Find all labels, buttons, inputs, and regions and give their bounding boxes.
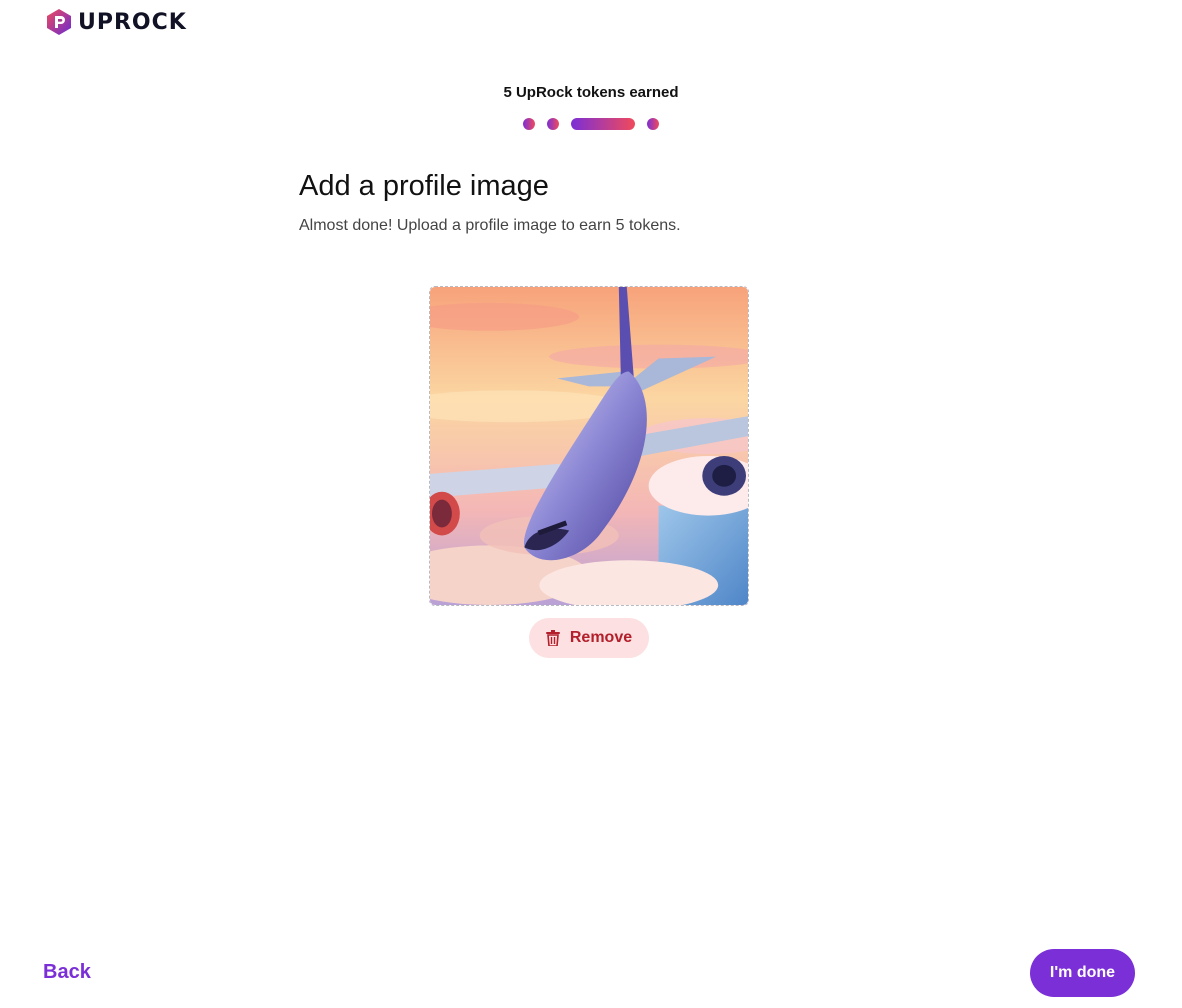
progress-label: 5 UpRock tokens earned — [503, 84, 679, 101]
done-button[interactable]: I'm done — [1030, 949, 1135, 997]
remove-image-button[interactable]: Remove — [529, 618, 649, 658]
trash-icon — [545, 630, 560, 646]
step-indicator — [0, 118, 1182, 130]
remove-label: Remove — [569, 629, 633, 646]
step-dot-1 — [523, 118, 535, 130]
logo-text: UPROCK — [78, 9, 187, 35]
back-button[interactable]: Back — [43, 961, 91, 984]
page-title: Add a profile image — [299, 170, 549, 202]
step-dot-3-active — [571, 118, 635, 130]
logo[interactable]: UPROCK — [46, 8, 187, 36]
page-subtitle: Almost done! Upload a profile image to e… — [299, 217, 681, 234]
onboarding-page: UPROCK 5 UpRock tokens earned Add a prof… — [0, 0, 1182, 1008]
airplane-illustration — [430, 287, 748, 605]
profile-image-preview[interactable] — [429, 286, 749, 606]
step-dot-2 — [547, 118, 559, 130]
step-dot-4 — [647, 118, 659, 130]
uprock-logo-icon — [47, 9, 71, 35]
